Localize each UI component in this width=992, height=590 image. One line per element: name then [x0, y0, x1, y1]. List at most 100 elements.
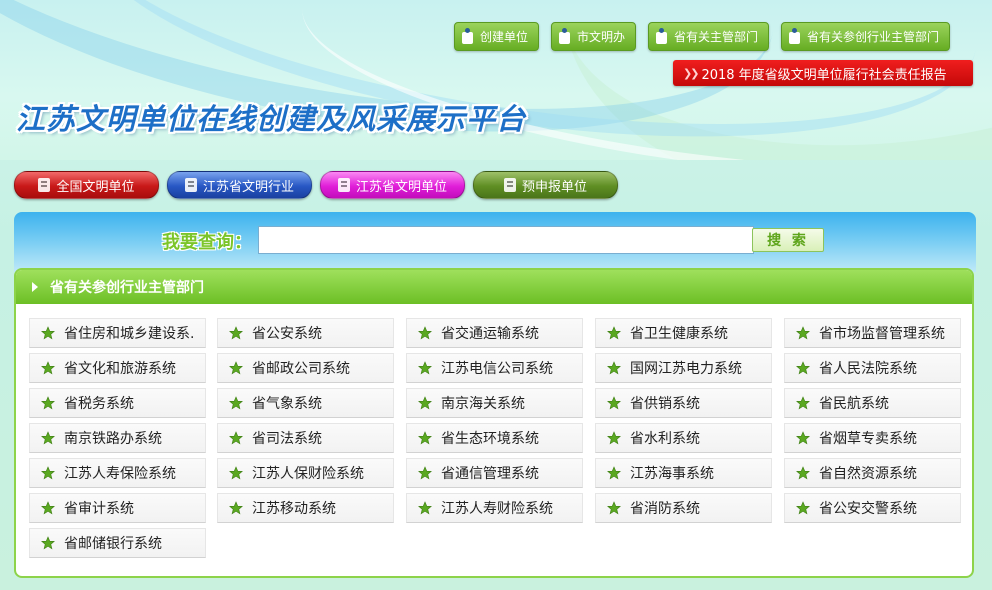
department-item[interactable]: 省民航系统 [784, 388, 961, 418]
star-icon [418, 326, 432, 340]
star-icon [796, 431, 810, 445]
department-item[interactable]: 江苏移动系统 [217, 493, 394, 523]
star-icon [229, 501, 243, 515]
department-item[interactable]: 省消防系统 [595, 493, 772, 523]
department-label: 江苏移动系统 [252, 501, 336, 517]
star-icon [796, 326, 810, 340]
department-item[interactable]: 南京海关系统 [406, 388, 583, 418]
search-input[interactable] [258, 226, 754, 254]
department-item[interactable]: 省水利系统 [595, 423, 772, 453]
department-item[interactable]: 省自然资源系统 [784, 458, 961, 488]
top-link-label: 省有关主管部门 [673, 30, 758, 44]
department-item[interactable]: 江苏海事系统 [595, 458, 772, 488]
department-label: 省消防系统 [630, 501, 700, 517]
department-item[interactable]: 省气象系统 [217, 388, 394, 418]
department-label: 省司法系统 [252, 431, 322, 447]
department-item[interactable]: 省邮政公司系统 [217, 353, 394, 383]
top-link-label: 市文明办 [576, 30, 625, 44]
department-label: 省税务系统 [64, 396, 134, 412]
department-item[interactable]: 省邮储银行系统 [29, 528, 206, 558]
department-label: 省供销系统 [630, 396, 700, 412]
department-item[interactable]: 江苏人寿保险系统 [29, 458, 206, 488]
department-label: 南京海关系统 [441, 396, 525, 412]
department-item[interactable]: 南京铁路办系统 [29, 423, 206, 453]
document-icon [337, 178, 350, 192]
department-label: 江苏人寿财险系统 [441, 501, 553, 517]
panel-title: 省有关参创行业主管部门 [50, 280, 204, 296]
top-link-label: 创建单位 [479, 30, 528, 44]
star-icon [418, 431, 432, 445]
department-item[interactable]: 省供销系统 [595, 388, 772, 418]
department-label: 省审计系统 [64, 501, 134, 517]
category-national-units[interactable]: 全国文明单位 [14, 171, 159, 199]
department-item[interactable]: 省市场监督管理系统 [784, 318, 961, 348]
category-label: 全国文明单位 [56, 179, 135, 195]
site-title: 江苏文明单位在线创建及风采展示平台 [16, 102, 527, 136]
department-item[interactable]: 江苏人保财险系统 [217, 458, 394, 488]
star-icon [41, 501, 55, 515]
star-icon [418, 466, 432, 480]
department-item[interactable]: 省烟草专卖系统 [784, 423, 961, 453]
department-item[interactable]: 省卫生健康系统 [595, 318, 772, 348]
star-icon [607, 326, 621, 340]
star-icon [607, 431, 621, 445]
top-link-city-office[interactable]: 市文明办 [550, 22, 636, 51]
report-link[interactable]: ❯❯ 2018 年度省级文明单位履行社会责任报告 [673, 60, 973, 86]
star-icon [796, 396, 810, 410]
top-link-industry-departments[interactable]: 省有关参创行业主管部门 [780, 22, 950, 51]
star-icon [41, 536, 55, 550]
department-label: 省公安系统 [252, 326, 322, 342]
star-icon [41, 361, 55, 375]
department-item[interactable]: 省交通运输系统 [406, 318, 583, 348]
category-pre-application-units[interactable]: 预申报单位 [473, 171, 618, 199]
category-label: 预申报单位 [521, 179, 587, 195]
star-icon [418, 361, 432, 375]
department-item[interactable]: 江苏电信公司系统 [406, 353, 583, 383]
department-item[interactable]: 省审计系统 [29, 493, 206, 523]
department-item[interactable]: 省通信管理系统 [406, 458, 583, 488]
star-icon [418, 396, 432, 410]
department-item[interactable]: 省住房和城乡建设系. [29, 318, 206, 348]
category-label: 江苏省文明单位 [355, 179, 447, 195]
star-icon [607, 396, 621, 410]
top-link-label: 省有关参创行业主管部门 [806, 30, 939, 44]
department-item[interactable]: 江苏人寿财险系统 [406, 493, 583, 523]
star-icon [41, 431, 55, 445]
category-nav: 全国文明单位 江苏省文明行业 江苏省文明单位 预申报单位 [14, 171, 618, 199]
department-item[interactable]: 省公安交警系统 [784, 493, 961, 523]
star-icon [607, 466, 621, 480]
department-item[interactable]: 省税务系统 [29, 388, 206, 418]
category-provincial-units[interactable]: 江苏省文明单位 [320, 171, 465, 199]
star-icon [229, 361, 243, 375]
category-provincial-industries[interactable]: 江苏省文明行业 [167, 171, 312, 199]
department-label: 省通信管理系统 [441, 466, 539, 482]
department-label: 省自然资源系统 [819, 466, 917, 482]
page-header: 创建单位 市文明办 省有关主管部门 省有关参创行业主管部门 ❯❯ 2018 年度… [0, 0, 992, 160]
category-label: 江苏省文明行业 [202, 179, 294, 195]
department-item[interactable]: 国网江苏电力系统 [595, 353, 772, 383]
department-label: 省烟草专卖系统 [819, 431, 917, 447]
department-item[interactable]: 省生态环境系统 [406, 423, 583, 453]
search-bar: 我要查询： 搜 索 [14, 212, 976, 272]
department-label: 省邮政公司系统 [252, 361, 350, 377]
department-label: 省人民法院系统 [819, 361, 917, 377]
document-icon [461, 28, 475, 45]
department-item[interactable]: 省公安系统 [217, 318, 394, 348]
document-icon [788, 28, 802, 45]
top-link-create-unit[interactable]: 创建单位 [453, 22, 539, 51]
document-icon [184, 178, 197, 192]
department-label: 江苏人保财险系统 [252, 466, 364, 482]
star-icon [229, 466, 243, 480]
search-button[interactable]: 搜 索 [752, 228, 824, 252]
report-link-label: 2018 年度省级文明单位履行社会责任报告 [701, 67, 947, 83]
department-item[interactable]: 省文化和旅游系统 [29, 353, 206, 383]
department-label: 江苏人寿保险系统 [64, 466, 176, 482]
department-label: 江苏电信公司系统 [441, 361, 553, 377]
department-item[interactable]: 省人民法院系统 [784, 353, 961, 383]
department-item[interactable]: 省司法系统 [217, 423, 394, 453]
triangle-right-icon [32, 282, 38, 292]
star-icon [41, 326, 55, 340]
top-link-provincial-departments[interactable]: 省有关主管部门 [647, 22, 769, 51]
star-icon [229, 431, 243, 445]
department-label: 省生态环境系统 [441, 431, 539, 447]
